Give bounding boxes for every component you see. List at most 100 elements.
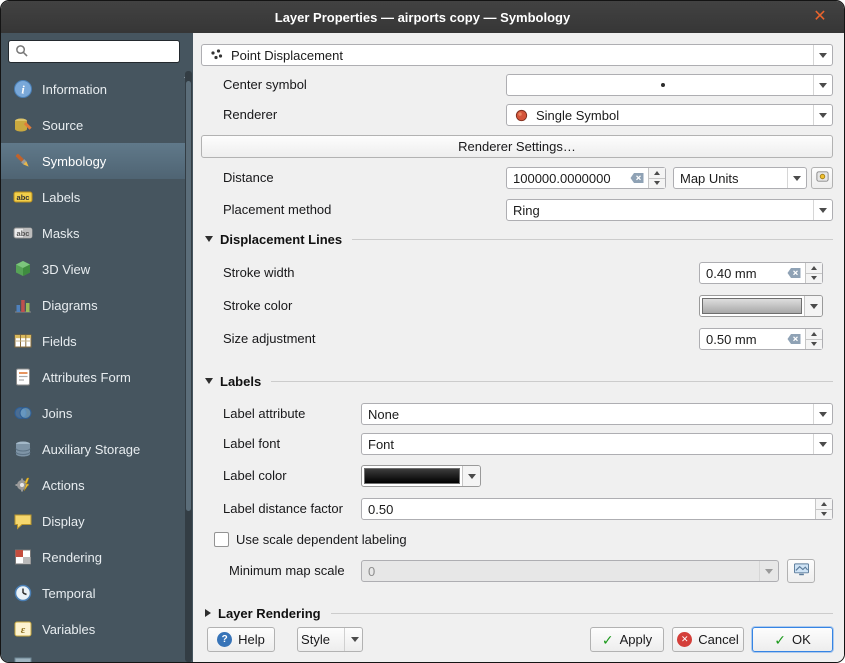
label-distance-factor-input[interactable]: 0.50: [361, 498, 833, 520]
scrollbar-thumb[interactable]: [186, 81, 191, 511]
data-defined-override-button[interactable]: [811, 167, 833, 189]
spin-down-button[interactable]: [816, 509, 832, 520]
table-fields-icon: [13, 331, 33, 351]
scale-dependent-checkbox[interactable]: [214, 532, 229, 547]
placement-method-select[interactable]: Ring: [506, 199, 833, 221]
label-attribute-value: None: [368, 407, 399, 422]
sidebar-item-label: Actions: [42, 478, 85, 493]
set-to-canvas-scale-button[interactable]: [787, 559, 815, 583]
cancel-button[interactable]: ✕ Cancel: [672, 627, 744, 652]
expression-epsilon-icon: ε: [13, 619, 33, 639]
clear-backspace-icon[interactable]: [626, 172, 648, 184]
sidebar-item-variables[interactable]: ε Variables: [1, 611, 186, 647]
clear-backspace-icon[interactable]: [783, 333, 805, 345]
group-title: Displacement Lines: [220, 232, 342, 247]
collapse-triangle-icon: [205, 378, 213, 384]
spin-down-button[interactable]: [649, 178, 665, 189]
sidebar-item-labels[interactable]: abc Labels: [1, 179, 186, 215]
sidebar-item-label: Symbology: [42, 154, 106, 169]
symbology-paintbrush-icon: [13, 151, 33, 171]
label-color-dropdown-button[interactable]: [462, 466, 480, 486]
sidebar-item-label: Labels: [42, 190, 80, 205]
sidebar-item-label: Information: [42, 82, 107, 97]
spin-down-button[interactable]: [806, 339, 822, 350]
layer-rendering-group-header[interactable]: Layer Rendering: [205, 604, 833, 622]
single-symbol-icon: [513, 107, 529, 123]
sidebar-item-symbology[interactable]: Symbology: [1, 143, 186, 179]
sidebar-item-3d-view[interactable]: 3D View: [1, 251, 186, 287]
displacement-lines-group-header[interactable]: Displacement Lines: [205, 230, 833, 248]
sidebar-item-label: Masks: [42, 226, 80, 241]
sidebar-item-rendering[interactable]: Rendering: [1, 539, 186, 575]
minimum-map-scale-label: Minimum map scale: [229, 560, 345, 582]
chevron-down-icon: [810, 304, 818, 309]
group-title: Labels: [220, 374, 261, 389]
sidebar-item-diagrams[interactable]: Diagrams: [1, 287, 186, 323]
center-symbol-label: Center symbol: [223, 74, 307, 96]
form-icon: [13, 367, 33, 387]
renderer-type-select[interactable]: Point Displacement: [201, 44, 833, 66]
close-icon: ✕: [813, 9, 826, 25]
style-button[interactable]: Style: [297, 627, 363, 652]
sidebar-item-attributes-form[interactable]: Attributes Form: [1, 359, 186, 395]
distance-units-select[interactable]: Map Units: [673, 167, 807, 189]
sidebar-item-actions[interactable]: Actions: [1, 467, 186, 503]
renderer-select[interactable]: Single Symbol: [506, 104, 833, 126]
chevron-down-icon: [813, 434, 832, 454]
sidebar-search-input[interactable]: [8, 40, 180, 63]
size-adjustment-input[interactable]: 0.50 mm: [699, 328, 823, 350]
title-bar: Layer Properties — airports copy — Symbo…: [1, 1, 844, 34]
gear-bolt-icon: [13, 475, 33, 495]
size-adjustment-value: 0.50 mm: [706, 332, 757, 347]
sidebar-item-label: Temporal: [42, 586, 95, 601]
sidebar-item-label: Fields: [42, 334, 77, 349]
minimum-map-scale-input[interactable]: 0: [361, 560, 779, 582]
svg-text:abc: abc: [17, 193, 30, 202]
center-symbol-select[interactable]: [506, 74, 833, 96]
stroke-width-input[interactable]: 0.40 mm: [699, 262, 823, 284]
data-defined-icon: [815, 169, 830, 187]
stroke-color-button[interactable]: [699, 295, 823, 317]
sidebar-item-information[interactable]: i Information: [1, 71, 186, 107]
sidebar-item-label: Variables: [42, 622, 95, 637]
sidebar-item-fields[interactable]: Fields: [1, 323, 186, 359]
sidebar-item-display[interactable]: Display: [1, 503, 186, 539]
apply-button[interactable]: ✓ Apply: [590, 627, 664, 652]
label-color-button[interactable]: [361, 465, 481, 487]
stroke-color-dropdown-button[interactable]: [804, 296, 822, 316]
collapse-triangle-icon: [205, 236, 213, 242]
svg-text:abc: abc: [17, 229, 30, 238]
renderer-settings-button[interactable]: Renderer Settings…: [201, 135, 833, 158]
cube-3d-icon: [13, 259, 33, 279]
sidebar-item-auxiliary-storage[interactable]: Auxiliary Storage: [1, 431, 186, 467]
sidebar-item-source[interactable]: Source: [1, 107, 186, 143]
label-attribute-select[interactable]: None: [361, 403, 833, 425]
clear-backspace-icon[interactable]: [783, 267, 805, 279]
ok-button[interactable]: ✓ OK: [752, 627, 833, 652]
help-button[interactable]: ? Help: [207, 627, 275, 652]
spin-down-button[interactable]: [806, 273, 822, 284]
spin-up-button[interactable]: [649, 168, 665, 178]
sidebar-scrollbar[interactable]: [185, 71, 192, 662]
apply-label: Apply: [620, 632, 653, 647]
point-displacement-icon: [208, 47, 224, 63]
bar-chart-icon: [13, 295, 33, 315]
spin-up-button[interactable]: [806, 329, 822, 339]
sidebar-item-masks[interactable]: abc Masks: [1, 215, 186, 251]
sidebar-item-joins[interactable]: Joins: [1, 395, 186, 431]
chevron-down-icon: [813, 45, 832, 65]
label-attribute-label: Label attribute: [223, 403, 305, 425]
chevron-down-icon: [351, 637, 359, 642]
sidebar-item-label: Attributes Form: [42, 370, 131, 385]
chevron-down-icon: [813, 404, 832, 424]
renderer-label: Renderer: [223, 104, 277, 126]
spin-up-button[interactable]: [816, 499, 832, 509]
spin-up-button[interactable]: [806, 263, 822, 273]
close-button[interactable]: ✕: [810, 7, 830, 27]
sidebar-item-temporal[interactable]: Temporal: [1, 575, 186, 611]
labels-group-header[interactable]: Labels: [205, 372, 833, 390]
label-font-select[interactable]: Font: [361, 433, 833, 455]
label-distance-factor-value: 0.50: [368, 502, 393, 517]
distance-input[interactable]: 100000.0000000: [506, 167, 666, 189]
sidebar-item-partial[interactable]: [1, 647, 186, 662]
